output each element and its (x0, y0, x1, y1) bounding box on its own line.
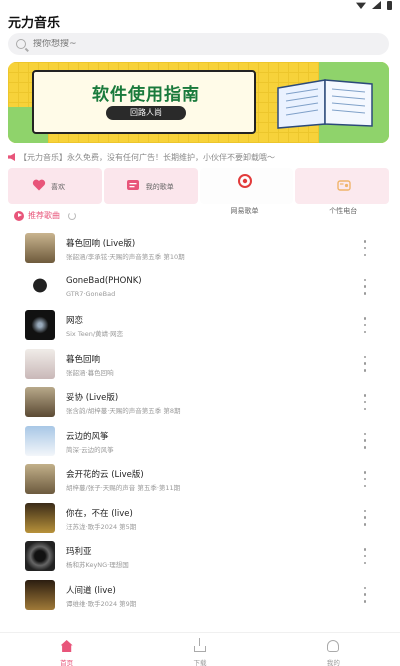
nav-download[interactable]: 下载 (133, 633, 266, 666)
song-artist: 张韶涵/李承铉·天赐的声音第五季 第10期 (66, 253, 185, 261)
more-options-icon[interactable] (362, 278, 368, 295)
album-cover (25, 464, 55, 494)
netease-icon (237, 174, 252, 188)
song-artist: 胡梓蔓/张子·天赐的声音 第五季·第11期 (66, 484, 181, 492)
album-cover (25, 348, 55, 379)
nav-label: 下载 (193, 659, 207, 666)
song-title: 会开花的云 (Live版) (66, 470, 144, 480)
album-cover (25, 387, 55, 417)
more-options-icon[interactable] (362, 317, 368, 333)
song-artist: 张韶涵·暮色回响 (66, 368, 114, 377)
album-cover (25, 233, 55, 263)
heart-icon (32, 179, 46, 191)
section-title: 推荐歌曲 (28, 211, 60, 220)
song-title: 玛利亚 (66, 547, 92, 557)
song-title: 云边的风筝 (66, 431, 109, 442)
quick-nav-my-playlists[interactable]: 我的歌单 (103, 168, 198, 204)
speaker-icon (8, 153, 15, 161)
refresh-icon[interactable] (68, 211, 76, 220)
song-row[interactable]: GoneBad(PHONK) GTR7·GoneBad (0, 269, 400, 308)
recommended-section-header: 推荐歌曲 (14, 210, 76, 221)
song-artist: GTR7·GoneBad (66, 289, 116, 298)
wifi-icon (356, 2, 366, 9)
download-icon (193, 638, 206, 652)
user-icon (327, 640, 340, 652)
more-options-icon[interactable] (362, 548, 368, 564)
quick-nav-favorites[interactable]: 喜欢 (8, 168, 102, 204)
radio-icon (337, 180, 351, 191)
more-options-icon[interactable] (362, 240, 368, 256)
song-row[interactable]: 人间道 (live) 谭维维·歌手2024 第9期 (0, 577, 400, 616)
song-row[interactable]: 暮色回响 张韶涵·暮色回响 (0, 346, 400, 385)
bottom-nav: 首页 下载 我的 (0, 632, 400, 666)
album-cover (25, 502, 55, 533)
more-options-icon[interactable] (362, 471, 368, 487)
quick-nav: 喜欢 我的歌单 网易歌单 个性电台 (8, 168, 389, 215)
album-cover (25, 271, 55, 302)
notice-text: 【元力音乐】永久免费，没有任何广告！长期维护，小伙伴不要卸载哦～ (19, 152, 275, 162)
song-artist: 谭维维·歌手2024 第9期 (66, 599, 137, 608)
quick-nav-label: 网易歌单 (230, 207, 259, 215)
album-cover (25, 579, 55, 610)
nav-label: 我的 (326, 659, 340, 666)
album-cover (25, 425, 55, 456)
song-row[interactable]: 网恋 Six Teen/黄靖·网恋 (0, 307, 400, 346)
song-row[interactable]: 妥协 (Live版) 张含韵/胡梓蔓·天赐的声音第五季 第8期 (0, 384, 400, 423)
quick-nav-radio[interactable]: 个性电台 (295, 168, 389, 215)
play-circle-icon (14, 210, 24, 221)
quick-nav-netease-playlists[interactable]: 网易歌单 (199, 168, 294, 215)
song-artist: 杨和苏KeyNG·理想国 (66, 561, 129, 569)
song-artist: Six Teen/黄靖·网恋 (66, 330, 124, 338)
album-cover (25, 310, 55, 340)
battery-icon (387, 0, 392, 10)
search-icon (16, 39, 26, 49)
search-input[interactable] (33, 39, 333, 49)
status-icons (356, 0, 392, 10)
song-title: 暮色回响 (66, 354, 101, 365)
more-options-icon[interactable] (362, 394, 368, 410)
more-options-icon[interactable] (362, 432, 368, 449)
song-artist: 张含韵/胡梓蔓·天赐的声音第五季 第8期 (66, 407, 181, 415)
album-cover (25, 541, 55, 571)
more-options-icon[interactable] (362, 509, 368, 526)
song-artist: 汪苏泷·歌手2024 第5期 (66, 522, 137, 531)
song-title: 暮色回响 (Live版) (66, 239, 136, 249)
song-row[interactable]: 会开花的云 (Live版) 胡梓蔓/张子·天赐的声音 第五季·第11期 (0, 461, 400, 500)
quick-nav-label: 个性电台 (329, 207, 358, 215)
quick-nav-label: 我的歌单 (145, 183, 174, 191)
song-title: 人间道 (live) (66, 585, 116, 596)
song-title: 你在，不在 (live) (66, 508, 133, 519)
signal-icon (372, 1, 381, 9)
notice-bar: 【元力音乐】永久免费，没有任何广告！长期维护，小伙伴不要卸载哦～ (8, 150, 392, 164)
search-bar[interactable] (8, 33, 389, 55)
song-row[interactable]: 云边的风筝 简深·云边的风筝 (0, 423, 400, 462)
open-book-icon (277, 79, 373, 129)
banner-subtitle: 回路人尚 (106, 106, 186, 120)
nav-home[interactable]: 首页 (0, 633, 133, 666)
song-artist: 简深·云边的风筝 (66, 445, 114, 454)
song-list: 暮色回响 (Live版) 张韶涵/李承铉·天赐的声音第五季 第10期 GoneB… (0, 230, 400, 615)
app-title: 元力音乐 (8, 16, 61, 31)
quick-nav-label: 喜欢 (51, 183, 65, 191)
guide-banner[interactable]: 软件使用指南 回路人尚 (8, 62, 389, 143)
song-row[interactable]: 你在，不在 (live) 汪苏泷·歌手2024 第5期 (0, 500, 400, 539)
more-options-icon[interactable] (362, 355, 368, 372)
nav-label: 首页 (60, 659, 74, 666)
playlist-icon (126, 180, 139, 190)
banner-heading: 软件使用指南 (92, 85, 200, 105)
song-title: GoneBad(PHONK) (66, 275, 142, 286)
song-row[interactable]: 玛利亚 杨和苏KeyNG·理想国 (0, 538, 400, 577)
more-options-icon[interactable] (362, 586, 368, 603)
nav-profile[interactable]: 我的 (267, 633, 400, 666)
song-row[interactable]: 暮色回响 (Live版) 张韶涵/李承铉·天赐的声音第五季 第10期 (0, 230, 400, 269)
song-title: 网恋 (66, 316, 84, 326)
home-icon (60, 640, 73, 652)
status-bar (0, 0, 400, 10)
song-title: 妥协 (Live版) (66, 393, 119, 403)
